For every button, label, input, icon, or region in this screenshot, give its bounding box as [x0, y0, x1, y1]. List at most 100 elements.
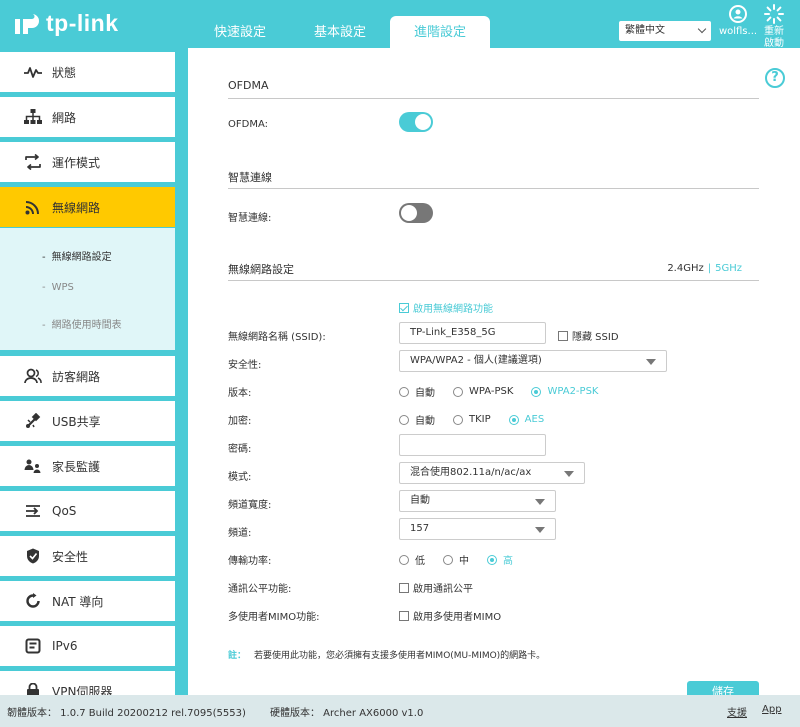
band-24ghz[interactable]: 2.4GHz: [667, 263, 703, 274]
guest-icon: [22, 365, 44, 387]
subnav-wireless-settings[interactable]: 無線網路設定: [42, 248, 112, 263]
channel-label: 頻道:: [228, 528, 252, 539]
encryption-radio-group: 自動 TKIP AES: [399, 412, 562, 427]
radio-icon: [399, 386, 409, 397]
chevron-down-icon: [697, 24, 707, 34]
mode-select[interactable]: 混合使用802.11a/n/ac/ax: [399, 462, 585, 484]
radio-icon: [399, 554, 409, 565]
encryption-auto-radio[interactable]: 自動: [399, 412, 435, 427]
network-icon: [22, 106, 44, 128]
main-panel: ? OFDMA OFDMA: 智慧連線 智慧連線: 無線網路設定 2.4GHz |…: [188, 48, 800, 695]
ssid-label: 無線網路名稱 (SSID):: [228, 332, 326, 343]
language-value: 繁體中文: [625, 25, 665, 36]
radio-label: 中: [459, 556, 469, 567]
checkbox-icon: [558, 331, 568, 341]
ofdma-toggle[interactable]: [399, 112, 433, 132]
tx-power-low-radio[interactable]: 低: [399, 552, 425, 567]
sidebar-item-label: 安全性: [52, 549, 89, 564]
vpn-icon: [22, 680, 44, 695]
smart-connect-label: 智慧連線:: [228, 213, 272, 224]
reboot-label: 重新啟動: [764, 26, 784, 49]
support-link[interactable]: 支援: [727, 704, 747, 719]
mu-mimo-checkbox[interactable]: 啟用多使用者MIMO: [399, 608, 501, 623]
sidebar-item-usb[interactable]: USB共享: [0, 401, 175, 441]
enable-wireless-label: 啟用無線網路功能: [413, 304, 493, 315]
password-input[interactable]: [399, 434, 546, 456]
channel-value: 157: [410, 523, 430, 534]
sidebar-item-label: 運作模式: [52, 155, 101, 170]
radio-icon: [453, 386, 463, 397]
encryption-tkip-radio[interactable]: TKIP: [453, 414, 491, 425]
radio-label: 自動: [415, 416, 435, 427]
tx-power-medium-radio[interactable]: 中: [443, 552, 469, 567]
tab-quick-setup[interactable]: 快速設定: [190, 16, 290, 48]
help-icon[interactable]: ?: [765, 68, 785, 88]
sidebar-item-parental[interactable]: 家長監護: [0, 446, 175, 486]
reboot-button[interactable]: 重新啟動: [760, 4, 788, 50]
mode-value: 混合使用802.11a/n/ac/ax: [410, 467, 532, 478]
sidebar-item-qos[interactable]: QoS: [0, 491, 175, 531]
tab-basic[interactable]: 基本設定: [290, 16, 390, 48]
logo: tp-link: [12, 8, 119, 38]
security-label: 安全性:: [228, 360, 262, 371]
channel-select[interactable]: 157: [399, 518, 556, 540]
sidebar-item-label: NAT 導向: [52, 594, 104, 609]
enable-wireless-checkbox[interactable]: 啟用無線網路功能: [399, 300, 493, 315]
divider: [228, 98, 759, 99]
sidebar-item-nat[interactable]: NAT 導向: [0, 581, 175, 621]
airtime-fairness-checkbox[interactable]: 啟用通訊公平: [399, 580, 473, 595]
security-select[interactable]: WPA/WPA2 - 個人(建議選項): [399, 350, 667, 372]
sidebar-item-label: IPv6: [52, 639, 78, 653]
channel-width-value: 自動: [410, 495, 430, 506]
radio-icon: [443, 554, 453, 565]
footer: 韌體版本： 1.0.7 Build 20200212 rel.7095(5553…: [0, 695, 800, 727]
divider: [228, 280, 759, 281]
band-separator: |: [707, 263, 712, 274]
checkbox-icon: [399, 611, 409, 621]
sidebar-item-security[interactable]: 安全性: [0, 536, 175, 576]
hide-ssid-checkbox[interactable]: 隱藏 SSID: [558, 328, 619, 343]
mode-label: 模式:: [228, 472, 252, 483]
ssid-input[interactable]: TP-Link_E358_5G: [399, 322, 546, 344]
sidebar-item-network[interactable]: 網路: [0, 97, 175, 137]
encryption-aes-radio[interactable]: AES: [508, 414, 545, 425]
note-text: 若要使用此功能，您必須擁有支援多使用者MIMO(MU-MIMO)的網路卡。: [254, 651, 546, 661]
radio-label: 自動: [415, 388, 435, 399]
radio-selected-icon: [531, 386, 542, 397]
divider: [228, 188, 759, 189]
ofdma-section-title: OFDMA: [228, 79, 269, 92]
channel-width-label: 頻道寬度:: [228, 500, 272, 511]
sidebar-item-operation-mode[interactable]: 運作模式: [0, 142, 175, 182]
sidebar-item-label: VPN伺服器: [52, 684, 113, 696]
hide-ssid-label: 隱藏 SSID: [572, 332, 619, 343]
sidebar-item-guest[interactable]: 訪客網路: [0, 356, 175, 396]
sidebar-item-status[interactable]: 狀態: [0, 52, 175, 92]
radio-label: AES: [524, 414, 545, 425]
sidebar-item-label: 狀態: [52, 65, 77, 80]
app-link[interactable]: App: [762, 704, 782, 715]
radio-icon: [453, 414, 463, 425]
tx-power-high-radio[interactable]: 高: [487, 552, 513, 567]
sidebar-item-ipv6[interactable]: IPv6: [0, 626, 175, 666]
user-button[interactable]: wolfls...: [716, 4, 760, 38]
dropdown-arrow-icon: [646, 359, 656, 365]
tab-advanced[interactable]: 進階設定: [390, 16, 490, 48]
note: 註： 若要使用此功能，您必須擁有支援多使用者MIMO(MU-MIMO)的網路卡。: [228, 648, 545, 661]
band-5ghz[interactable]: 5GHz: [715, 263, 742, 274]
ofdma-label: OFDMA:: [228, 119, 268, 130]
language-select[interactable]: 繁體中文: [619, 21, 711, 41]
tp-link-logo-icon: [12, 8, 42, 38]
version-auto-radio[interactable]: 自動: [399, 384, 435, 399]
logo-text: tp-link: [46, 9, 119, 36]
sidebar-item-label: USB共享: [52, 414, 101, 429]
subnav-schedule[interactable]: 網路使用時間表: [42, 316, 122, 331]
version-wpa2-psk-radio[interactable]: WPA2-PSK: [531, 386, 598, 397]
sidebar-item-wireless[interactable]: 無線網路: [0, 187, 175, 227]
sidebar-item-vpn[interactable]: VPN伺服器: [0, 671, 175, 695]
version-wpa-psk-radio[interactable]: WPA-PSK: [453, 386, 513, 397]
channel-width-select[interactable]: 自動: [399, 490, 556, 512]
firmware-version: 韌體版本： 1.0.7 Build 20200212 rel.7095(5553…: [7, 708, 246, 719]
smart-connect-toggle[interactable]: [399, 203, 433, 223]
save-button[interactable]: 儲存: [687, 681, 759, 695]
subnav-wps[interactable]: WPS: [42, 282, 74, 293]
